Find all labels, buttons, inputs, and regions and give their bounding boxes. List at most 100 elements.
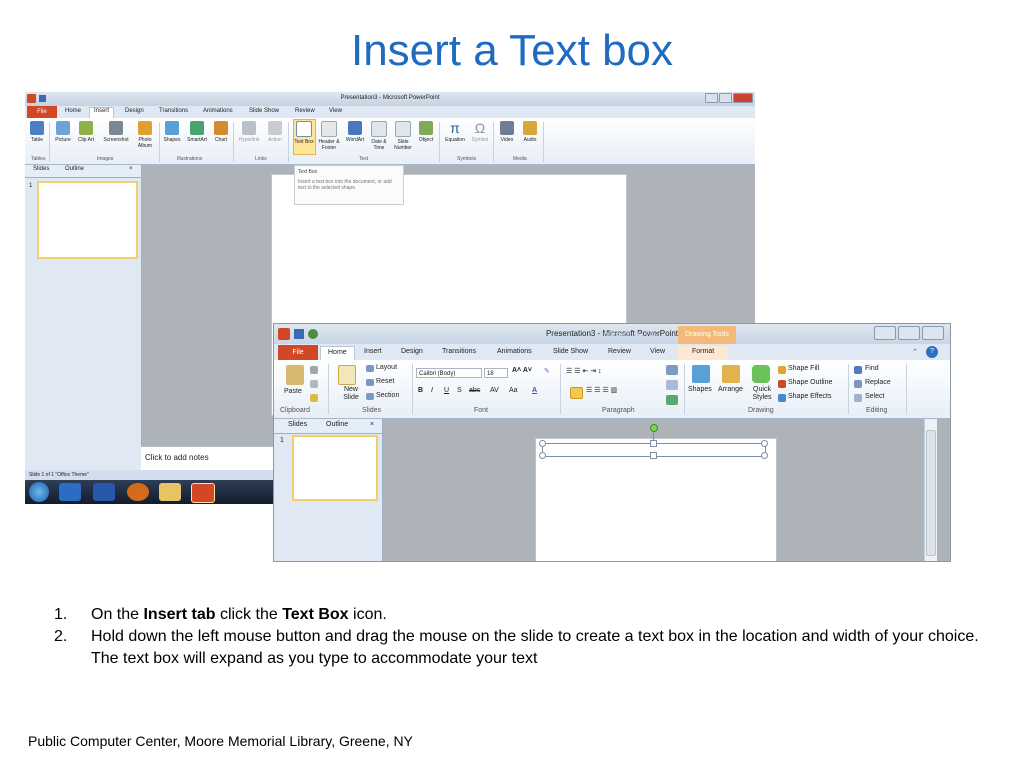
font-size-select[interactable]: 18 <box>484 368 508 378</box>
paste-button[interactable]: Paste <box>284 388 302 395</box>
underline-icon[interactable]: U <box>444 387 449 394</box>
tab-design[interactable]: Design <box>401 348 423 355</box>
minimize-icon[interactable] <box>705 93 719 103</box>
bold-icon[interactable]: B <box>418 387 423 394</box>
audio-button[interactable]: Audio <box>520 121 540 143</box>
tab-slide-show[interactable]: Slide Show <box>553 348 588 355</box>
tab-insert[interactable]: Insert <box>364 348 382 355</box>
video-button[interactable]: Video <box>497 121 517 143</box>
tab-animations[interactable]: Animations <box>203 108 233 114</box>
new-slide-button[interactable]: New Slide <box>338 386 364 402</box>
reset-button[interactable]: Reset <box>376 378 394 385</box>
help-icon[interactable]: ? <box>926 346 938 358</box>
minimize-icon[interactable] <box>874 326 896 340</box>
resize-handle-bl[interactable] <box>539 452 546 459</box>
tab-slides[interactable]: Slides <box>288 421 307 428</box>
close-pane-icon[interactable]: × <box>370 421 374 428</box>
object-button[interactable]: Object <box>416 121 436 143</box>
resize-handle-br[interactable] <box>761 452 768 459</box>
word-icon[interactable] <box>93 483 115 501</box>
start-button-icon[interactable] <box>29 482 49 502</box>
rotation-handle-icon[interactable] <box>650 424 658 432</box>
equation-button[interactable]: π Equation <box>442 121 468 143</box>
shapes-icon <box>692 365 710 383</box>
tab-slides[interactable]: Slides <box>33 166 49 172</box>
folder-icon[interactable] <box>159 483 181 501</box>
convert-smartart-icon[interactable] <box>666 395 678 405</box>
clear-formatting-icon[interactable]: ✎ <box>544 367 550 375</box>
close-pane-icon[interactable]: × <box>129 166 133 172</box>
tab-file[interactable]: File <box>27 106 57 118</box>
internet-explorer-icon[interactable] <box>59 483 81 501</box>
taskbar <box>25 480 275 504</box>
tab-view[interactable]: View <box>650 348 665 355</box>
tab-review[interactable]: Review <box>295 108 315 114</box>
arrange-icon <box>722 365 740 383</box>
notes-field[interactable]: Click to add notes <box>141 446 276 470</box>
header-footer-button[interactable]: Header & Footer <box>317 121 341 151</box>
tab-view[interactable]: View <box>329 108 342 114</box>
tab-file[interactable]: File <box>278 345 318 360</box>
quick-styles-icon <box>752 365 770 383</box>
tab-transitions[interactable]: Transitions <box>442 348 476 355</box>
align-center-icon[interactable]: ☰ ☰ ☰ ▥ <box>586 386 617 394</box>
replace-button[interactable]: Replace <box>865 379 891 386</box>
grow-font-icon[interactable]: A˄ A˅ <box>512 367 532 374</box>
format-painter-icon[interactable] <box>310 394 318 402</box>
symbol-button[interactable]: Ω Symbol <box>470 121 490 143</box>
powerpoint-taskbar-icon[interactable] <box>191 483 215 503</box>
char-spacing-icon[interactable]: AV <box>490 387 499 394</box>
shapes-button[interactable]: Shapes <box>688 386 712 393</box>
align-text-icon[interactable] <box>666 380 678 390</box>
strikethrough-icon[interactable]: abc <box>469 387 480 394</box>
text-box-button[interactable]: Text Box <box>294 121 314 145</box>
resize-handle-tl[interactable] <box>539 440 546 447</box>
shadow-icon[interactable]: S <box>457 387 462 394</box>
slide-number-icon <box>395 121 411 137</box>
text-direction-icon[interactable] <box>666 365 678 375</box>
tab-outline[interactable]: Outline <box>326 421 348 428</box>
tab-home[interactable]: Home <box>65 108 81 114</box>
tab-home[interactable]: Home <box>320 346 355 361</box>
select-button[interactable]: Select <box>865 393 884 400</box>
maximize-icon[interactable] <box>719 93 733 103</box>
shape-outline-button[interactable]: Shape Outline <box>788 379 832 386</box>
shape-effects-button[interactable]: Shape Effects <box>788 393 831 400</box>
slide-number-button[interactable]: Slide Number <box>392 121 414 151</box>
wordart-button[interactable]: WordArt <box>343 121 367 143</box>
bullets-icon[interactable]: ☰ ☰ ⇤ ⇥ ↕ <box>566 367 602 375</box>
font-color-icon[interactable]: A <box>532 387 537 394</box>
italic-icon[interactable]: I <box>431 387 433 394</box>
resize-handle-tr[interactable] <box>761 440 768 447</box>
resize-handle-bottom[interactable] <box>650 452 657 459</box>
cut-icon[interactable] <box>310 366 318 374</box>
slide-thumbnail[interactable] <box>292 435 378 501</box>
firefox-icon[interactable] <box>127 483 149 501</box>
close-icon[interactable] <box>733 93 753 103</box>
slide-thumbnail[interactable] <box>37 181 138 259</box>
tab-design[interactable]: Design <box>125 108 144 114</box>
minimize-ribbon-icon[interactable]: ⌃ <box>912 348 918 356</box>
tab-format[interactable]: Format <box>678 346 729 360</box>
shape-fill-button[interactable]: Shape Fill <box>788 365 819 372</box>
tab-animations[interactable]: Animations <box>497 348 532 355</box>
scrollbar-thumb[interactable] <box>926 430 936 556</box>
tab-transitions[interactable]: Transitions <box>159 108 188 114</box>
find-button[interactable]: Find <box>865 365 879 372</box>
date-time-button[interactable]: Date & Time <box>369 121 389 151</box>
resize-handle-top[interactable] <box>650 440 657 447</box>
layout-button[interactable]: Layout <box>376 364 397 371</box>
tab-slide-show[interactable]: Slide Show <box>249 108 279 114</box>
close-icon[interactable] <box>922 326 944 340</box>
font-name-select[interactable]: Calibri (Body) <box>416 368 482 378</box>
maximize-icon[interactable] <box>898 326 920 340</box>
tab-outline[interactable]: Outline <box>65 166 84 172</box>
quick-styles-button[interactable]: Quick Styles <box>750 386 774 402</box>
tab-review[interactable]: Review <box>608 348 631 355</box>
drawing-tools-label: Drawing Tools <box>678 326 736 344</box>
align-left-icon[interactable] <box>570 387 583 399</box>
change-case-icon[interactable]: Aa <box>509 387 518 394</box>
copy-icon[interactable] <box>310 380 318 388</box>
section-button[interactable]: Section <box>376 392 399 399</box>
arrange-button[interactable]: Arrange <box>718 386 743 393</box>
